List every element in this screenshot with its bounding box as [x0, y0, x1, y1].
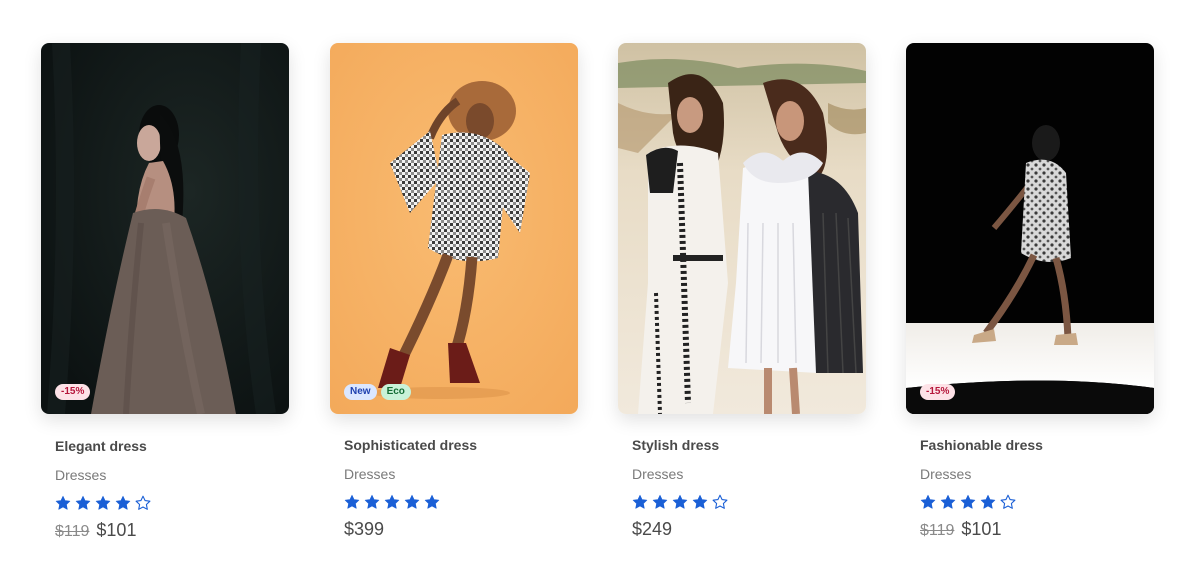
product-image[interactable]: -15% — [41, 43, 289, 414]
star-filled-icon — [652, 494, 668, 509]
price-row: $119 $101 — [55, 520, 275, 541]
product-card[interactable]: Stylish dress Dresses $249 — [618, 43, 866, 540]
eco-badge: Eco — [380, 384, 411, 400]
star-filled-icon — [960, 494, 976, 509]
rating-stars — [920, 494, 1140, 510]
product-category: Dresses — [344, 466, 396, 482]
badge-list: -15% — [55, 384, 91, 400]
star-outline-icon — [135, 495, 151, 510]
star-outline-icon — [1000, 494, 1016, 509]
star-filled-icon — [672, 494, 688, 509]
star-filled-icon — [424, 494, 440, 509]
star-filled-icon — [95, 495, 111, 510]
product-image[interactable]: New Eco — [330, 43, 578, 414]
product-name[interactable]: Elegant dress — [55, 438, 275, 456]
star-filled-icon — [115, 495, 131, 510]
product-photo-fashionable-dress — [906, 43, 1154, 414]
star-filled-icon — [55, 495, 71, 510]
product-category: Dresses — [920, 466, 972, 482]
badge-list: New Eco — [344, 384, 411, 400]
product-card[interactable]: -15% Elegant dress Dresses $119 $101 — [41, 43, 289, 541]
star-filled-icon — [632, 494, 648, 509]
current-price: $399 — [344, 519, 385, 539]
rating-stars — [55, 495, 275, 511]
price-row: $249 — [632, 519, 852, 540]
price-row: $119 $101 — [920, 519, 1140, 540]
rating-stars — [632, 494, 852, 510]
rating-stars — [344, 494, 564, 510]
old-price: $119 — [920, 522, 955, 539]
star-filled-icon — [692, 494, 708, 509]
product-name[interactable]: Fashionable dress — [920, 437, 1140, 455]
discount-badge: -15% — [920, 384, 956, 400]
old-price: $119 — [55, 523, 90, 540]
product-name[interactable]: Sophisticated dress — [344, 437, 564, 455]
current-price: $101 — [961, 519, 1002, 539]
star-filled-icon — [364, 494, 380, 509]
product-card[interactable]: -15% Fashionable dress Dresses $119 $101 — [906, 43, 1154, 540]
star-outline-icon — [712, 494, 728, 509]
product-card[interactable]: New Eco Sophisticated dress Dresses $399 — [330, 43, 578, 540]
product-image[interactable]: -15% — [906, 43, 1154, 414]
star-filled-icon — [384, 494, 400, 509]
product-photo-stylish-dress — [618, 43, 866, 414]
product-grid: -15% Elegant dress Dresses $119 $101 New… — [0, 0, 1200, 577]
star-filled-icon — [344, 494, 360, 509]
star-filled-icon — [75, 495, 91, 510]
current-price: $249 — [632, 519, 673, 539]
product-category: Dresses — [55, 467, 107, 483]
product-category: Dresses — [632, 466, 684, 482]
product-image[interactable] — [618, 43, 866, 414]
badge-list: -15% — [920, 384, 956, 400]
star-filled-icon — [940, 494, 956, 509]
star-filled-icon — [980, 494, 996, 509]
star-filled-icon — [404, 494, 420, 509]
new-badge: New — [344, 384, 377, 400]
current-price: $101 — [96, 520, 137, 540]
product-name[interactable]: Stylish dress — [632, 437, 852, 455]
price-row: $399 — [344, 519, 564, 540]
product-photo-elegant-dress — [41, 43, 289, 414]
star-filled-icon — [920, 494, 936, 509]
discount-badge: -15% — [55, 384, 91, 400]
product-photo-sophisticated-dress — [330, 43, 578, 414]
